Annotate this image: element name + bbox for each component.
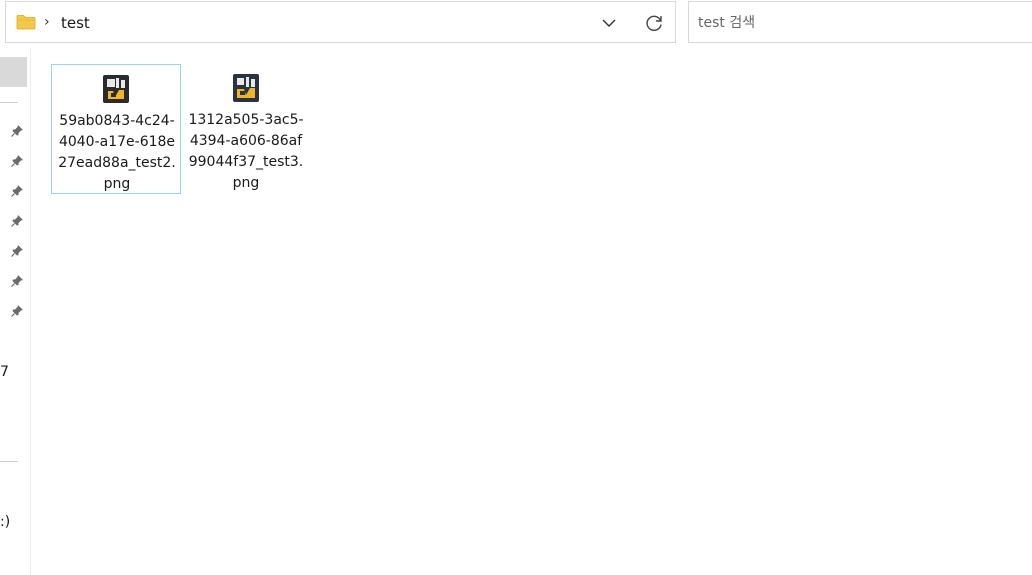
file-name: 59ab0843-4c24-4040-a17e-618e27ead88a_tes…	[58, 113, 176, 192]
nav-item-drive-truncated[interactable]: :)	[0, 514, 10, 530]
breadcrumb-item-test[interactable]: test	[61, 13, 90, 33]
top-bar: › test	[0, 0, 1032, 48]
search-box[interactable]	[688, 1, 1032, 43]
nav-divider	[0, 461, 18, 462]
image-file-icon	[103, 75, 129, 103]
file-item[interactable]: 59ab0843-4c24-4040-a17e-618e27ead88a_tes…	[51, 64, 181, 194]
file-item[interactable]: 1312a505-3ac5-4394-a606-86af99044f37_tes…	[181, 64, 311, 194]
image-file-icon	[233, 74, 259, 102]
refresh-icon[interactable]	[642, 11, 666, 35]
pin-icon[interactable]	[10, 124, 24, 138]
pin-icon[interactable]	[10, 304, 24, 318]
nav-item-truncated[interactable]: 7	[0, 364, 9, 380]
nav-item-selected[interactable]	[0, 57, 27, 87]
address-bar[interactable]: › test	[5, 1, 676, 43]
pin-icon[interactable]	[10, 274, 24, 288]
pin-icon[interactable]	[10, 184, 24, 198]
navigation-pane: 7 :)	[0, 48, 31, 575]
file-list: 59ab0843-4c24-4040-a17e-618e27ead88a_tes…	[31, 48, 1032, 575]
nav-divider	[0, 102, 18, 103]
folder-icon	[16, 15, 36, 30]
search-input[interactable]	[698, 12, 1018, 34]
pin-icon[interactable]	[10, 244, 24, 258]
file-name: 1312a505-3ac5-4394-a606-86af99044f37_tes…	[188, 112, 304, 191]
pin-icon[interactable]	[10, 154, 24, 168]
chevron-down-icon[interactable]	[598, 12, 620, 34]
pin-icon[interactable]	[10, 214, 24, 228]
chevron-right-icon: ›	[44, 14, 50, 30]
